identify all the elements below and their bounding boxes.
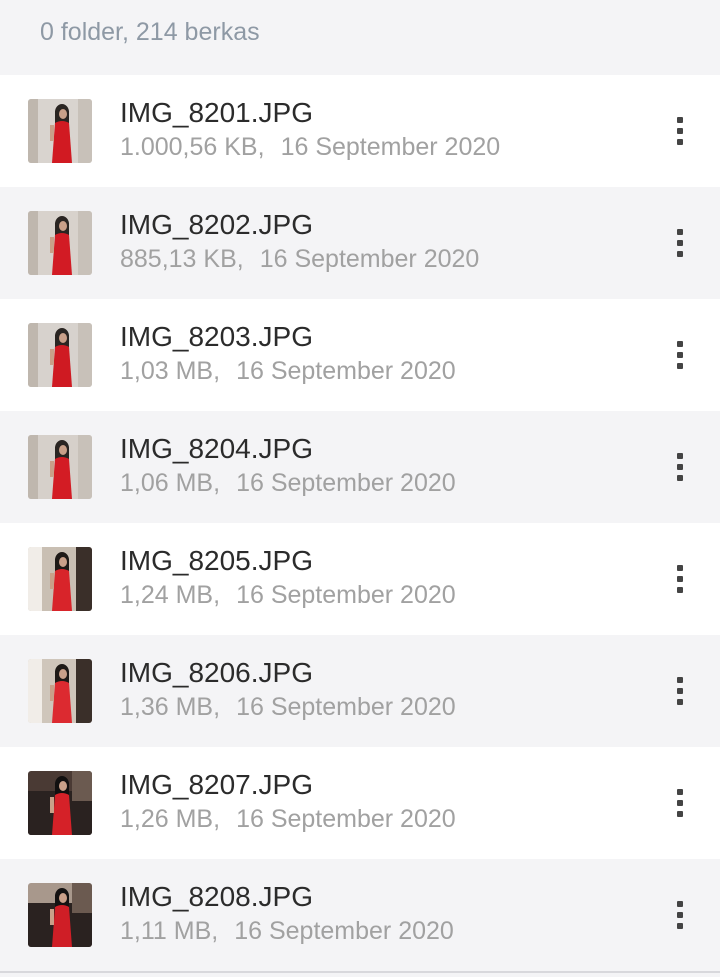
image-thumbnail[interactable]: [28, 211, 92, 275]
file-date: 16 September 2020: [236, 469, 456, 497]
file-size: 1,26 MB,: [120, 805, 221, 833]
file-info: IMG_8206.JPG 1,36 MB, 16 September 2020: [120, 655, 640, 723]
file-meta: 885,13 KB, 16 September 2020: [120, 243, 640, 275]
more-dot: [677, 128, 683, 134]
file-name[interactable]: IMG_8206.JPG: [120, 655, 640, 691]
file-name[interactable]: IMG_8208.JPG: [120, 879, 640, 915]
file-meta: 1.000,56 KB, 16 September 2020: [120, 131, 640, 163]
file-size: 885,13 KB,: [120, 245, 244, 273]
folder-summary-text: 0 folder, 214 berkas: [40, 18, 260, 46]
more-vertical-icon[interactable]: [668, 897, 692, 933]
more-vertical-icon[interactable]: [668, 337, 692, 373]
more-dot: [677, 677, 683, 683]
file-row[interactable]: IMG_8203.JPG 1,03 MB, 16 September 2020: [0, 299, 720, 411]
file-meta: 1,24 MB, 16 September 2020: [120, 579, 640, 611]
file-size: 1,11 MB,: [120, 917, 219, 945]
file-info: IMG_8202.JPG 885,13 KB, 16 September 2020: [120, 207, 640, 275]
more-dot: [677, 811, 683, 817]
file-info: IMG_8203.JPG 1,03 MB, 16 September 2020: [120, 319, 640, 387]
file-name[interactable]: IMG_8203.JPG: [120, 319, 640, 355]
file-date: 16 September 2020: [236, 693, 456, 721]
image-thumbnail[interactable]: [28, 435, 92, 499]
file-row[interactable]: IMG_8207.JPG 1,26 MB, 16 September 2020: [0, 747, 720, 859]
file-meta: 1,06 MB, 16 September 2020: [120, 467, 640, 499]
image-thumbnail[interactable]: [28, 323, 92, 387]
more-dot: [677, 139, 683, 145]
file-info: IMG_8204.JPG 1,06 MB, 16 September 2020: [120, 431, 640, 499]
more-vertical-icon[interactable]: [668, 785, 692, 821]
more-dot: [677, 341, 683, 347]
more-dot: [677, 901, 683, 907]
image-thumbnail[interactable]: [28, 659, 92, 723]
more-dot: [677, 352, 683, 358]
more-dot: [677, 576, 683, 582]
file-meta: 1,36 MB, 16 September 2020: [120, 691, 640, 723]
file-size: 1,03 MB,: [120, 357, 221, 385]
more-dot: [677, 565, 683, 571]
more-dot: [677, 587, 683, 593]
file-row[interactable]: IMG_8206.JPG 1,36 MB, 16 September 2020: [0, 635, 720, 747]
file-name[interactable]: IMG_8207.JPG: [120, 767, 640, 803]
image-thumbnail[interactable]: [28, 883, 92, 947]
more-dot: [677, 363, 683, 369]
file-name[interactable]: IMG_8202.JPG: [120, 207, 640, 243]
file-date: 16 September 2020: [259, 245, 480, 273]
file-date: 16 September 2020: [236, 805, 456, 833]
more-dot: [677, 240, 683, 246]
more-dot: [677, 699, 683, 705]
more-dot: [677, 800, 683, 806]
list-bottom-divider: [0, 971, 720, 973]
image-thumbnail[interactable]: [28, 99, 92, 163]
file-date: 16 September 2020: [234, 917, 454, 945]
file-list: IMG_8201.JPG 1.000,56 KB, 16 September 202…: [0, 75, 720, 971]
more-dot: [677, 464, 683, 470]
file-row[interactable]: IMG_8202.JPG 885,13 KB, 16 September 2020: [0, 187, 720, 299]
more-vertical-icon[interactable]: [668, 561, 692, 597]
file-info: IMG_8207.JPG 1,26 MB, 16 September 2020: [120, 767, 640, 835]
more-dot: [677, 923, 683, 929]
image-thumbnail[interactable]: [28, 771, 92, 835]
file-date: 16 September 2020: [236, 357, 456, 385]
file-size: 1.000,56 KB,: [120, 133, 265, 161]
file-size: 1,06 MB,: [120, 469, 221, 497]
more-vertical-icon[interactable]: [668, 449, 692, 485]
file-info: IMG_8205.JPG 1,24 MB, 16 September 2020: [120, 543, 640, 611]
file-meta: 1,03 MB, 16 September 2020: [120, 355, 640, 387]
folder-summary-header: 0 folder, 214 berkas: [0, 0, 720, 75]
file-name[interactable]: IMG_8205.JPG: [120, 543, 640, 579]
file-name[interactable]: IMG_8201.JPG: [120, 95, 640, 131]
more-dot: [677, 117, 683, 123]
image-thumbnail[interactable]: [28, 547, 92, 611]
more-dot: [677, 475, 683, 481]
more-vertical-icon[interactable]: [668, 113, 692, 149]
file-name[interactable]: IMG_8204.JPG: [120, 431, 640, 467]
file-size: 1,36 MB,: [120, 693, 221, 721]
file-info: IMG_8201.JPG 1.000,56 KB, 16 September 202…: [120, 95, 640, 163]
file-row[interactable]: IMG_8201.JPG 1.000,56 KB, 16 September 202…: [0, 75, 720, 187]
file-date: 16 September 2020: [280, 133, 501, 161]
file-info: IMG_8208.JPG 1,11 MB, 16 September 2020: [120, 879, 640, 947]
more-dot: [677, 229, 683, 235]
more-dot: [677, 912, 683, 918]
file-date: 16 September 2020: [236, 581, 456, 609]
file-row[interactable]: IMG_8208.JPG 1,11 MB, 16 September 2020: [0, 859, 720, 971]
file-meta: 1,26 MB, 16 September 2020: [120, 803, 640, 835]
more-dot: [677, 688, 683, 694]
file-meta: 1,11 MB, 16 September 2020: [120, 915, 640, 947]
file-size: 1,24 MB,: [120, 581, 221, 609]
more-vertical-icon[interactable]: [668, 673, 692, 709]
more-dot: [677, 453, 683, 459]
more-vertical-icon[interactable]: [668, 225, 692, 261]
file-row[interactable]: IMG_8204.JPG 1,06 MB, 16 September 2020: [0, 411, 720, 523]
more-dot: [677, 789, 683, 795]
file-row[interactable]: IMG_8205.JPG 1,24 MB, 16 September 2020: [0, 523, 720, 635]
more-dot: [677, 251, 683, 257]
